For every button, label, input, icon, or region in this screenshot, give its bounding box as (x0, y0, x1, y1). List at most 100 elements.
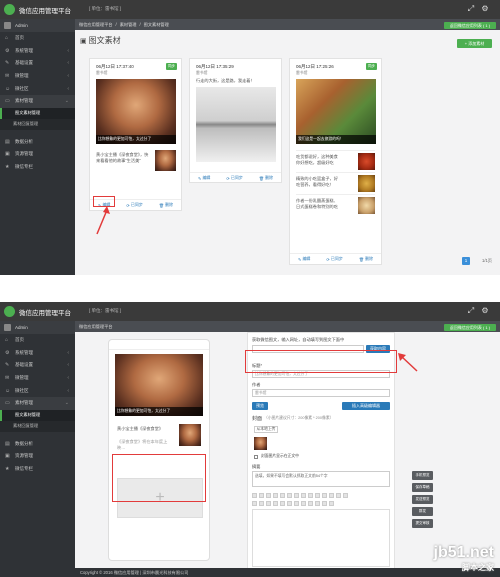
sidebar-sub-reply[interactable]: 素材回复管理 (0, 420, 75, 432)
settings-icon[interactable]: ⚙ (480, 4, 490, 14)
material-card: 06月12日 17:37:40 雷书馆 同步 比你想象的更加可怕，太过分了 黄小… (89, 58, 182, 211)
sync-button[interactable]: ⟳ 已同步 (126, 202, 142, 208)
cover-in-body-checkbox[interactable] (254, 455, 258, 459)
sidebar-item-column[interactable]: ★ 微信专栏 (0, 161, 75, 174)
toolbar-button[interactable] (287, 501, 292, 506)
toolbar-button[interactable] (315, 501, 320, 506)
breadcrumb-item[interactable]: 微信应用管理平台 (79, 22, 113, 28)
toolbar-button[interactable] (329, 501, 334, 506)
breadcrumb: 微信应用管理平台 (75, 321, 500, 332)
breadcrumb-item[interactable]: 素材管理 (120, 22, 137, 28)
toolbar-button[interactable] (273, 501, 278, 506)
avatar (4, 324, 11, 331)
card-source: 雷书馆 (96, 71, 108, 75)
toolbar-button[interactable] (322, 493, 327, 498)
send-preview-button[interactable]: 发送预览 (412, 495, 433, 504)
sidebar-item-data[interactable]: ▤ 数据分析 (0, 438, 75, 451)
sidebar-item-home[interactable]: ⌂ 首页 (0, 32, 75, 45)
app-subtitle: [ 单位：雷书馆 ] (89, 6, 122, 11)
summary-label: 摘要 (252, 464, 261, 469)
toolbar-button[interactable] (280, 501, 285, 506)
delete-button[interactable]: 🗑 删除 (359, 256, 373, 262)
toolbar-button[interactable] (343, 493, 348, 498)
chevron-down-icon: ⌄ (64, 98, 69, 105)
author-input[interactable]: 雷书馆 (252, 389, 390, 397)
toolbar-button[interactable] (287, 493, 292, 498)
card-text: 行走的大街，这是路，我走着！ (196, 78, 255, 83)
toolbar-button[interactable] (336, 493, 341, 498)
sync-button[interactable]: ⟳ 已同步 (226, 175, 242, 181)
delete-button[interactable]: 🗑 删除 (259, 175, 273, 181)
list-item[interactable]: 吃货都说好，这种美食你好想吃，超级好吃 (296, 150, 375, 171)
settings-icon[interactable]: ⚙ (480, 306, 490, 316)
toolbar-button[interactable] (322, 501, 327, 506)
list-item[interactable]: 精致的小吃篮盒子，好吃营养，看得好吃！ (296, 172, 375, 193)
page-title: ▣ 图文素材 (80, 36, 121, 45)
advanced-editor-button[interactable]: 插入高级编辑器 (342, 402, 390, 410)
sidebar: Admin ⌂ 首页 ⚙ 系统管理 ‹ ✎ 基础设置 ‹ ✉ 微管理 ‹ ☺ 微社区 ‹ ▭ 素材管… (0, 321, 75, 577)
toolbar-button[interactable] (252, 501, 257, 506)
toolbar-button[interactable] (273, 493, 278, 498)
sidebar-item-system[interactable]: ⚙ 系统管理 ‹ (0, 347, 75, 360)
page-button[interactable]: 1 (462, 257, 470, 265)
list-item-thumb (358, 197, 375, 214)
mass-send-button[interactable]: 群发 (412, 507, 433, 516)
toolbar-button[interactable] (266, 493, 271, 498)
sidebar-sub-graphic[interactable]: 图文素材管理 (0, 107, 75, 119)
edit-button[interactable]: ✎ 编辑 (198, 175, 210, 181)
toolbar-button[interactable] (329, 493, 334, 498)
preview-button[interactable]: 预览 (252, 402, 268, 410)
toolbar-button[interactable] (252, 493, 257, 498)
toolbar-button[interactable] (308, 501, 313, 506)
delete-button[interactable]: 🗑 删除 (159, 202, 173, 208)
toolbar-button[interactable] (294, 493, 299, 498)
back-to-apps-button[interactable]: 返回微信应用列表 ( 1 ) (444, 22, 496, 29)
fullscreen-icon[interactable]: ⤢ (466, 4, 476, 14)
sidebar-item-column[interactable]: ★ 微信专栏 (0, 463, 75, 476)
sidebar-sub-graphic[interactable]: 图文素材管理 (0, 409, 75, 421)
sidebar-item-home[interactable]: ⌂ 首页 (0, 334, 75, 347)
cover-image (196, 87, 276, 162)
sync-button[interactable]: ⟳ 已同步 (326, 256, 342, 262)
toolbar-button[interactable] (259, 501, 264, 506)
sidebar-item-weixin[interactable]: ✉ 微管理 ‹ (0, 372, 75, 385)
toolbar-button[interactable] (301, 493, 306, 498)
toolbar-button[interactable] (259, 493, 264, 498)
sidebar-sub-reply[interactable]: 素材回复管理 (0, 118, 75, 130)
sidebar-item-materials[interactable]: ▭ 素材管理 ⌄ (0, 396, 75, 410)
toolbar-button[interactable] (280, 493, 285, 498)
sidebar-item-basic[interactable]: ✎ 基础设置 ‹ (0, 57, 75, 70)
summary-textarea[interactable]: 选填，如果不填写会默认抓取正文前54个字 (252, 471, 390, 487)
toolbar-button[interactable] (301, 501, 306, 506)
preview-cover-image[interactable]: 比你想象的更加可怕，太过分了 (115, 354, 203, 416)
phone-preview-button[interactable]: 手机预览 (412, 471, 433, 480)
add-material-button[interactable]: + 添加素材 (457, 39, 492, 48)
list-item[interactable]: 作者一份乳酪蒸蛋糕、日式蛋糕卷和特别的吃 (296, 194, 375, 215)
back-to-apps-button[interactable]: 返回微信应用列表 ( 1 ) (444, 324, 496, 331)
sidebar-item-resources[interactable]: ▣ 资源管理 (0, 148, 75, 161)
breadcrumb-item: 图文素材管理 (143, 21, 169, 27)
fullscreen-icon[interactable]: ⤢ (466, 306, 476, 316)
sidebar-item-resources[interactable]: ▣ 资源管理 (0, 450, 75, 463)
submit-review-button[interactable]: 提交审核 (412, 519, 433, 528)
sidebar-item-weixin[interactable]: ✉ 微管理 ‹ (0, 70, 75, 83)
toolbar-button[interactable] (266, 501, 271, 506)
toolbar-button[interactable] (308, 493, 313, 498)
sidebar-item-community[interactable]: ☺ 微社区 ‹ (0, 384, 75, 397)
sidebar-item-materials[interactable]: ▭ 素材管理 ⌄ (0, 94, 75, 108)
toolbar-button[interactable] (315, 493, 320, 498)
preview-sub-thumb (179, 424, 201, 446)
upload-button[interactable]: 从本地上传 (254, 426, 278, 433)
sidebar-item-system[interactable]: ⚙ 系统管理 ‹ (0, 45, 75, 58)
toolbar-button[interactable] (294, 501, 299, 506)
list-item-text: 吃货都说好，这种美食你好想吃，超级好吃 (296, 154, 338, 165)
edit-button[interactable]: ✎ 编辑 (298, 256, 310, 262)
sidebar-item-community[interactable]: ☺ 微社区 ‹ (0, 82, 75, 95)
sidebar-item-data[interactable]: ▤ 数据分析 (0, 136, 75, 149)
breadcrumb-item[interactable]: 微信应用管理平台 (79, 324, 113, 330)
cover-hint: （小图片建议尺寸：200像素 * 200像素） (264, 416, 334, 420)
save-draft-button[interactable]: 保存草稿 (412, 483, 433, 492)
sidebar-item-basic[interactable]: ✎ 基础设置 ‹ (0, 359, 75, 372)
star-icon: ★ (5, 164, 10, 171)
body-editor[interactable] (252, 509, 390, 567)
